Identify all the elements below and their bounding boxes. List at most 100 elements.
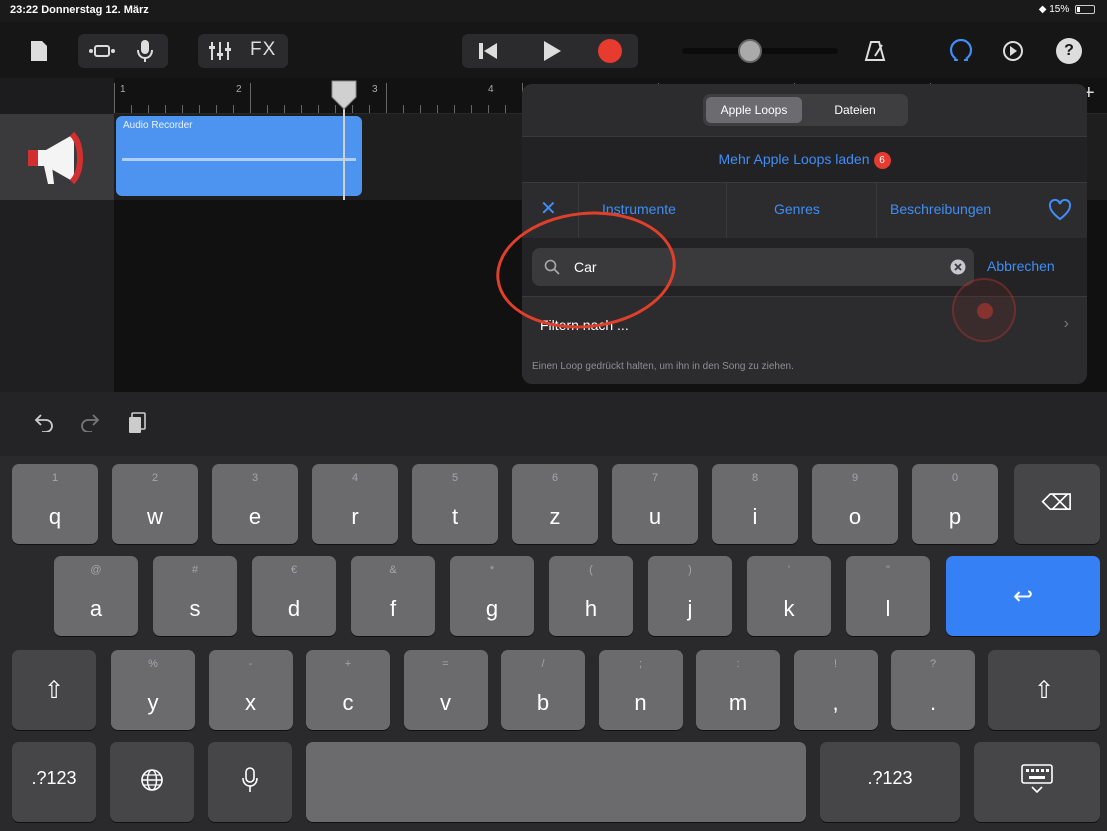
track-header[interactable] — [0, 114, 114, 200]
favorites-heart-icon[interactable] — [1048, 198, 1072, 226]
key-o[interactable]: 9o — [812, 464, 898, 544]
shift-key-left[interactable]: ⇧ — [12, 650, 96, 730]
tab-descriptors[interactable]: Beschreibungen — [890, 201, 991, 217]
cancel-button[interactable]: Abbrechen — [987, 258, 1055, 274]
assistive-touch-button[interactable] — [952, 278, 1016, 342]
ruler-tick — [471, 105, 472, 113]
key-period[interactable]: ?. — [891, 650, 975, 730]
key-i[interactable]: 8i — [712, 464, 798, 544]
key-x[interactable]: -x — [208, 650, 293, 730]
screen: 23:22 Donnerstag 12. März ◆ 15% FX ? 1 2… — [0, 0, 1107, 831]
hide-keyboard-key[interactable] — [974, 742, 1100, 822]
key-y[interactable]: % y — [111, 650, 195, 730]
key-label: k — [783, 596, 795, 621]
record-button[interactable] — [598, 39, 622, 63]
space-bar[interactable] — [306, 742, 806, 822]
globe-icon — [140, 768, 164, 797]
track-view-icon[interactable] — [86, 38, 118, 70]
key-label: , — [832, 690, 839, 715]
paste-icon[interactable] — [128, 412, 146, 439]
key-z[interactable]: 6z — [512, 464, 598, 544]
bar-number: 2 — [236, 84, 242, 95]
key-label: z — [549, 504, 561, 529]
loop-browser-icon[interactable] — [946, 34, 976, 68]
key-label: . — [929, 690, 937, 715]
key-j[interactable]: ) j — [648, 556, 732, 636]
key-q[interactable]: 1q — [12, 464, 98, 544]
key-u[interactable]: 7u — [612, 464, 698, 544]
dictation-key[interactable] — [208, 742, 292, 822]
key-secondary-label: = — [442, 658, 449, 670]
globe-key[interactable] — [110, 742, 194, 822]
numbers-key-left[interactable]: .?123 — [12, 742, 96, 822]
microphone-icon — [242, 767, 258, 798]
ruler-tick — [114, 83, 115, 113]
ruler-tick — [284, 105, 285, 113]
mixer-icon[interactable] — [208, 39, 232, 69]
key-h[interactable]: (h — [549, 556, 633, 636]
key-r[interactable]: 4r — [312, 464, 398, 544]
key-label: .?123 — [31, 768, 77, 788]
key-secondary-label: % — [148, 658, 158, 670]
key-m[interactable]: :m — [696, 650, 780, 730]
bar-number: 4 — [488, 84, 494, 95]
key-p[interactable]: 0p — [912, 464, 998, 544]
key-v[interactable]: = v — [403, 650, 488, 730]
key-t[interactable]: 5t — [412, 464, 498, 544]
settings-icon[interactable] — [998, 34, 1028, 68]
key-k[interactable]: ’ k — [747, 556, 831, 636]
tab-files[interactable]: Dateien — [806, 97, 904, 123]
key-g[interactable]: * g — [450, 556, 534, 636]
clear-search-icon[interactable] — [950, 259, 966, 280]
metronome-icon[interactable] — [860, 34, 890, 68]
help-button[interactable]: ? — [1054, 34, 1084, 68]
key-label: w — [147, 504, 163, 529]
return-key[interactable]: ↩ — [946, 556, 1100, 636]
key-n[interactable]: ; n — [598, 650, 683, 730]
tab-apple-loops[interactable]: Apple Loops — [706, 97, 802, 123]
key-l[interactable]: " l — [846, 556, 930, 636]
redo-icon[interactable] — [80, 412, 100, 437]
key-label: ⇧ — [43, 677, 65, 704]
wifi-icon: ◆ — [1038, 4, 1050, 15]
backspace-key[interactable]: ⌫ — [1014, 464, 1100, 544]
key-secondary-label: & — [389, 564, 397, 576]
key-e[interactable]: 3e — [212, 464, 298, 544]
master-volume-knob[interactable] — [738, 39, 762, 63]
playhead-handle[interactable] — [331, 80, 357, 110]
tab-genres[interactable]: Genres — [774, 201, 820, 217]
key-w[interactable]: 2w — [112, 464, 198, 544]
microphone-icon[interactable] — [134, 38, 156, 70]
document-icon[interactable] — [24, 34, 54, 68]
key-c[interactable]: + c — [306, 650, 390, 730]
audio-region[interactable]: Audio Recorder — [116, 116, 362, 196]
key-secondary-label: ’ — [787, 564, 791, 576]
divider — [876, 183, 877, 239]
key-secondary-label: 1 — [51, 472, 59, 484]
key-a[interactable]: @ a — [54, 556, 138, 636]
key-d[interactable]: € d — [252, 556, 336, 636]
more-loops-row[interactable]: Mehr Apple Loops laden 6 — [522, 136, 1087, 182]
key-label: b — [536, 690, 550, 715]
more-loops-link[interactable]: Mehr Apple Loops laden 6 — [522, 151, 1087, 169]
key-comma[interactable]: !, — [793, 650, 878, 730]
play-icon[interactable] — [542, 40, 562, 68]
key-b[interactable]: / b — [501, 650, 585, 730]
fx-button[interactable]: FX — [250, 39, 276, 61]
drag-hint-text: Einen Loop gedrückt halten, um ihn in de… — [532, 361, 794, 372]
key-s[interactable]: # s — [153, 556, 237, 636]
battery-icon — [1075, 4, 1095, 14]
ruler-tick — [386, 83, 387, 113]
key-label: y — [147, 690, 159, 715]
key-secondary-label: 2 — [151, 472, 159, 484]
numbers-key-right[interactable]: .?123 — [820, 742, 960, 822]
key-label: l — [885, 596, 891, 621]
go-to-beginning-icon[interactable] — [478, 42, 498, 66]
shift-key-right[interactable]: ⇧ — [988, 650, 1100, 730]
keyboard-shortcut-bar — [0, 392, 1107, 456]
battery-percent: 15% — [1049, 4, 1070, 15]
key-f[interactable]: & f — [351, 556, 435, 636]
undo-icon[interactable] — [34, 412, 54, 437]
key-secondary-label: ! — [833, 658, 838, 670]
key-secondary-label: 4 — [351, 472, 359, 484]
